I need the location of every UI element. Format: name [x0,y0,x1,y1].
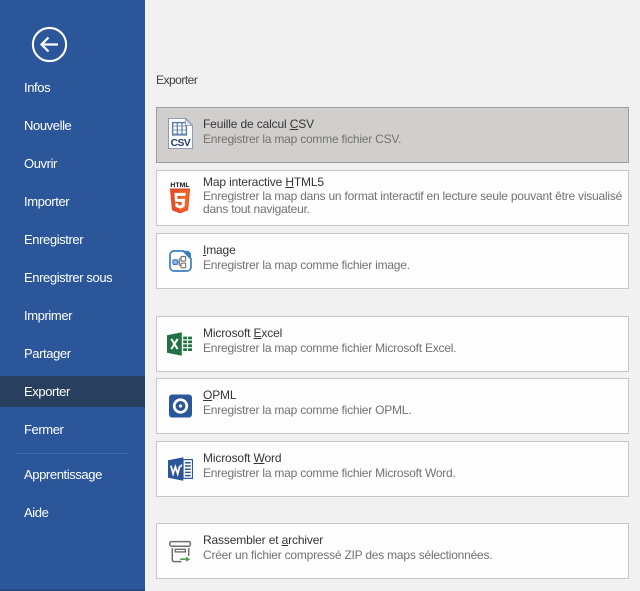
svg-text:HTML: HTML [170,182,189,189]
svg-text:CSV: CSV [170,138,190,149]
